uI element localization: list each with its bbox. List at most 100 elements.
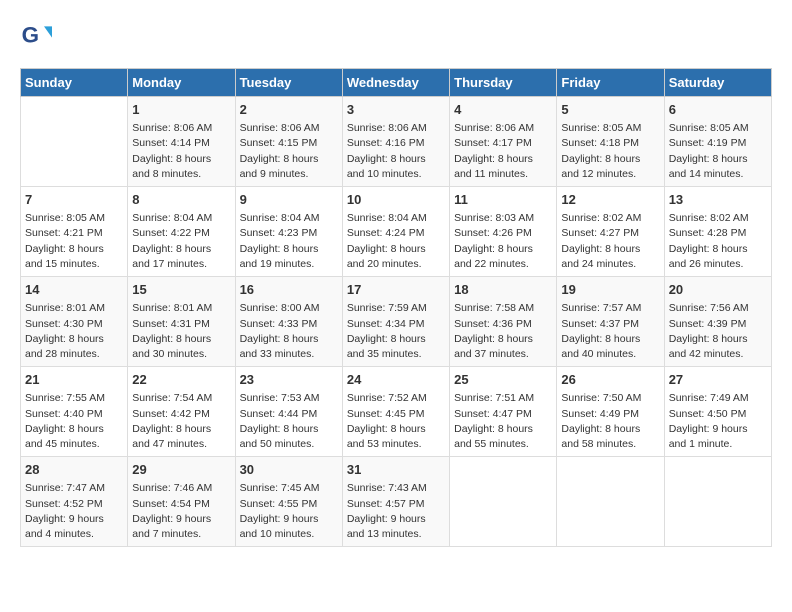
calendar-header-row: SundayMondayTuesdayWednesdayThursdayFrid… <box>21 69 772 97</box>
calendar-cell: 27Sunrise: 7:49 AMSunset: 4:50 PMDayligh… <box>664 367 771 457</box>
calendar-cell: 22 Sunrise: 7:54 AMSunset: 4:42 PMDayligh… <box>128 367 235 457</box>
calendar-week-row: 28Sunrise: 7:47 AMSunset: 4:52 PMDayligh… <box>21 457 772 547</box>
calendar-cell: 13Sunrise: 8:02 AMSunset: 4:28 PMDayligh… <box>664 187 771 277</box>
calendar-cell: 5 Sunrise: 8:05 AMSunset: 4:18 PMDaylight… <box>557 97 664 187</box>
day-number: 8 <box>132 191 230 209</box>
calendar-cell: 3Sunrise: 8:06 AMSunset: 4:16 PMDaylight… <box>342 97 449 187</box>
day-info: Sunrise: 7:46 AMSunset: 4:54 PMDaylight:… <box>132 481 230 542</box>
calendar-cell: 25 Sunrise: 7:51 AMSunset: 4:47 PMDayligh… <box>450 367 557 457</box>
day-info: Sunrise: 7:45 AMSunset: 4:55 PMDaylight:… <box>240 481 338 542</box>
calendar-cell: 11 Sunrise: 8:03 AMSunset: 4:26 PMDayligh… <box>450 187 557 277</box>
day-info: Sunrise: 7:52 AMSunset: 4:45 PMDaylight:… <box>347 391 445 452</box>
day-number: 12 <box>561 191 659 209</box>
calendar-cell: 24 Sunrise: 7:52 AMSunset: 4:45 PMDayligh… <box>342 367 449 457</box>
day-info: Sunrise: 8:05 AMSunset: 4:19 PMDaylight:… <box>669 121 767 182</box>
column-header-wednesday: Wednesday <box>342 69 449 97</box>
calendar-cell: 10 Sunrise: 8:04 AMSunset: 4:24 PMDayligh… <box>342 187 449 277</box>
calendar-cell: 6 Sunrise: 8:05 AMSunset: 4:19 PMDaylight… <box>664 97 771 187</box>
calendar-cell: 16 Sunrise: 8:00 AMSunset: 4:33 PMDayligh… <box>235 277 342 367</box>
day-info: Sunrise: 8:04 AMSunset: 4:24 PMDaylight:… <box>347 211 445 272</box>
calendar-cell: 17 Sunrise: 7:59 AMSunset: 4:34 PMDayligh… <box>342 277 449 367</box>
column-header-tuesday: Tuesday <box>235 69 342 97</box>
calendar-week-row: 7 Sunrise: 8:05 AMSunset: 4:21 PMDaylight… <box>21 187 772 277</box>
day-number: 11 <box>454 191 552 209</box>
day-number: 24 <box>347 371 445 389</box>
day-number: 20 <box>669 281 767 299</box>
day-number: 17 <box>347 281 445 299</box>
day-info: Sunrise: 7:53 AMSunset: 4:44 PMDaylight:… <box>240 391 338 452</box>
calendar-cell: 28Sunrise: 7:47 AMSunset: 4:52 PMDayligh… <box>21 457 128 547</box>
day-number: 10 <box>347 191 445 209</box>
day-info: Sunrise: 7:50 AMSunset: 4:49 PMDaylight:… <box>561 391 659 452</box>
day-number: 7 <box>25 191 123 209</box>
column-header-friday: Friday <box>557 69 664 97</box>
day-info: Sunrise: 7:59 AMSunset: 4:34 PMDaylight:… <box>347 301 445 362</box>
calendar-cell: 19Sunrise: 7:57 AMSunset: 4:37 PMDayligh… <box>557 277 664 367</box>
calendar-cell: 20 Sunrise: 7:56 AMSunset: 4:39 PMDayligh… <box>664 277 771 367</box>
day-info: Sunrise: 7:54 AMSunset: 4:42 PMDaylight:… <box>132 391 230 452</box>
day-number: 27 <box>669 371 767 389</box>
calendar-cell: 9 Sunrise: 8:04 AMSunset: 4:23 PMDaylight… <box>235 187 342 277</box>
calendar-cell: 14 Sunrise: 8:01 AMSunset: 4:30 PMDayligh… <box>21 277 128 367</box>
day-number: 16 <box>240 281 338 299</box>
day-number: 21 <box>25 371 123 389</box>
logo-icon: G <box>20 20 52 52</box>
day-info: Sunrise: 7:47 AMSunset: 4:52 PMDaylight:… <box>25 481 123 542</box>
day-number: 4 <box>454 101 552 119</box>
day-number: 19 <box>561 281 659 299</box>
day-info: Sunrise: 7:51 AMSunset: 4:47 PMDaylight:… <box>454 391 552 452</box>
day-number: 31 <box>347 461 445 479</box>
calendar-cell: 7 Sunrise: 8:05 AMSunset: 4:21 PMDaylight… <box>21 187 128 277</box>
calendar-table: SundayMondayTuesdayWednesdayThursdayFrid… <box>20 68 772 547</box>
calendar-cell <box>664 457 771 547</box>
column-header-sunday: Sunday <box>21 69 128 97</box>
calendar-cell: 12 Sunrise: 8:02 AMSunset: 4:27 PMDayligh… <box>557 187 664 277</box>
day-number: 6 <box>669 101 767 119</box>
day-info: Sunrise: 8:02 AMSunset: 4:28 PMDaylight:… <box>669 211 767 272</box>
day-info: Sunrise: 8:04 AMSunset: 4:23 PMDaylight:… <box>240 211 338 272</box>
page-header: G <box>20 20 772 52</box>
day-info: Sunrise: 8:03 AMSunset: 4:26 PMDaylight:… <box>454 211 552 272</box>
day-number: 1 <box>132 101 230 119</box>
day-number: 30 <box>240 461 338 479</box>
day-info: Sunrise: 8:05 AMSunset: 4:18 PMDaylight:… <box>561 121 659 182</box>
day-number: 18 <box>454 281 552 299</box>
day-number: 25 <box>454 371 552 389</box>
day-info: Sunrise: 8:06 AMSunset: 4:17 PMDaylight:… <box>454 121 552 182</box>
day-info: Sunrise: 8:01 AMSunset: 4:31 PMDaylight:… <box>132 301 230 362</box>
day-info: Sunrise: 8:04 AMSunset: 4:22 PMDaylight:… <box>132 211 230 272</box>
day-number: 22 <box>132 371 230 389</box>
column-header-thursday: Thursday <box>450 69 557 97</box>
day-info: Sunrise: 7:43 AMSunset: 4:57 PMDaylight:… <box>347 481 445 542</box>
column-header-saturday: Saturday <box>664 69 771 97</box>
calendar-week-row: 21 Sunrise: 7:55 AMSunset: 4:40 PMDayligh… <box>21 367 772 457</box>
logo: G <box>20 20 56 52</box>
day-number: 23 <box>240 371 338 389</box>
calendar-cell: 4 Sunrise: 8:06 AMSunset: 4:17 PMDaylight… <box>450 97 557 187</box>
calendar-cell: 2Sunrise: 8:06 AMSunset: 4:15 PMDaylight… <box>235 97 342 187</box>
day-number: 3 <box>347 101 445 119</box>
calendar-week-row: 14 Sunrise: 8:01 AMSunset: 4:30 PMDayligh… <box>21 277 772 367</box>
day-number: 5 <box>561 101 659 119</box>
calendar-cell: 23 Sunrise: 7:53 AMSunset: 4:44 PMDayligh… <box>235 367 342 457</box>
calendar-cell <box>450 457 557 547</box>
calendar-cell: 29Sunrise: 7:46 AMSunset: 4:54 PMDayligh… <box>128 457 235 547</box>
day-number: 9 <box>240 191 338 209</box>
day-info: Sunrise: 8:00 AMSunset: 4:33 PMDaylight:… <box>240 301 338 362</box>
day-number: 26 <box>561 371 659 389</box>
calendar-cell: 8 Sunrise: 8:04 AMSunset: 4:22 PMDaylight… <box>128 187 235 277</box>
day-info: Sunrise: 8:02 AMSunset: 4:27 PMDaylight:… <box>561 211 659 272</box>
calendar-cell <box>557 457 664 547</box>
day-info: Sunrise: 8:05 AMSunset: 4:21 PMDaylight:… <box>25 211 123 272</box>
calendar-week-row: 1Sunrise: 8:06 AMSunset: 4:14 PMDaylight… <box>21 97 772 187</box>
day-info: Sunrise: 8:01 AMSunset: 4:30 PMDaylight:… <box>25 301 123 362</box>
day-info: Sunrise: 7:56 AMSunset: 4:39 PMDaylight:… <box>669 301 767 362</box>
day-info: Sunrise: 7:55 AMSunset: 4:40 PMDaylight:… <box>25 391 123 452</box>
calendar-cell: 21 Sunrise: 7:55 AMSunset: 4:40 PMDayligh… <box>21 367 128 457</box>
calendar-cell: 30 Sunrise: 7:45 AMSunset: 4:55 PMDayligh… <box>235 457 342 547</box>
svg-text:G: G <box>22 22 39 47</box>
calendar-cell: 31 Sunrise: 7:43 AMSunset: 4:57 PMDayligh… <box>342 457 449 547</box>
day-number: 14 <box>25 281 123 299</box>
day-number: 15 <box>132 281 230 299</box>
calendar-cell: 26 Sunrise: 7:50 AMSunset: 4:49 PMDayligh… <box>557 367 664 457</box>
